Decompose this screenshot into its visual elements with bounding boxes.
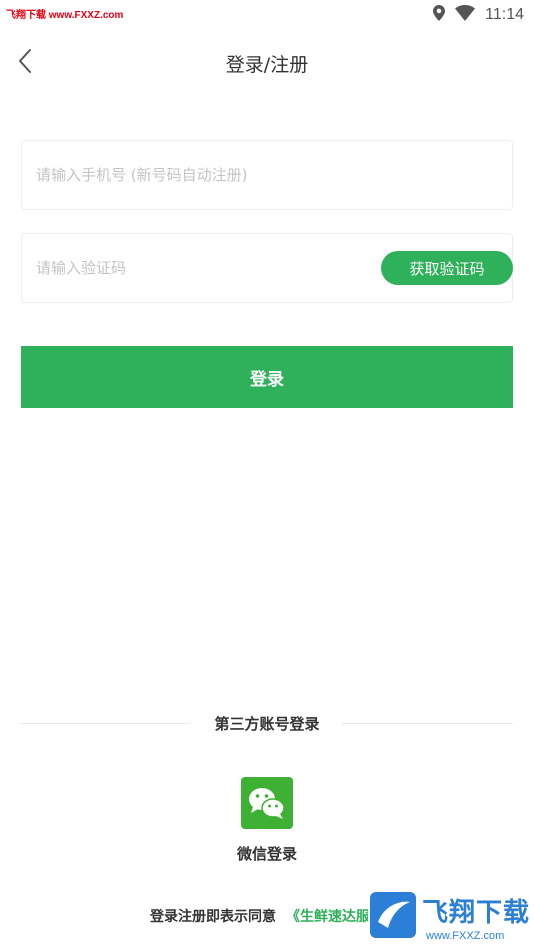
wechat-login-button[interactable]: 微信登录: [225, 777, 309, 867]
watermark-brand: 飞翔下载: [422, 898, 531, 928]
watermark-url: www.FXXZ.com: [426, 930, 505, 942]
watermark-logo-icon: [370, 892, 416, 938]
header: 登录/注册: [0, 40, 534, 86]
watermark-text: 飞翔下载 www.FXXZ.com: [6, 10, 124, 21]
agreement-text: 登录注册即表示同意: [150, 909, 276, 925]
status-bar: 飞翔下载 www.FXXZ.com 11:14: [0, 0, 534, 30]
code-field: 获取验证码: [21, 233, 513, 303]
phone-input[interactable]: [36, 141, 376, 209]
status-time: 11:14: [485, 6, 524, 23]
location-icon: [433, 5, 446, 25]
phone-field: [21, 140, 513, 210]
wechat-login-label: 微信登录: [236, 845, 297, 863]
get-code-button[interactable]: 获取验证码: [381, 251, 513, 285]
login-button[interactable]: 登录: [21, 346, 513, 408]
divider-right: [342, 723, 513, 724]
wifi-icon: [455, 5, 476, 25]
code-input[interactable]: [36, 234, 376, 302]
watermark-logo: 飞翔下载 www.FXXZ.com: [368, 890, 534, 949]
page-title: 登录/注册: [225, 54, 309, 76]
wechat-icon: [241, 777, 293, 829]
status-icons: 11:14: [433, 4, 524, 26]
